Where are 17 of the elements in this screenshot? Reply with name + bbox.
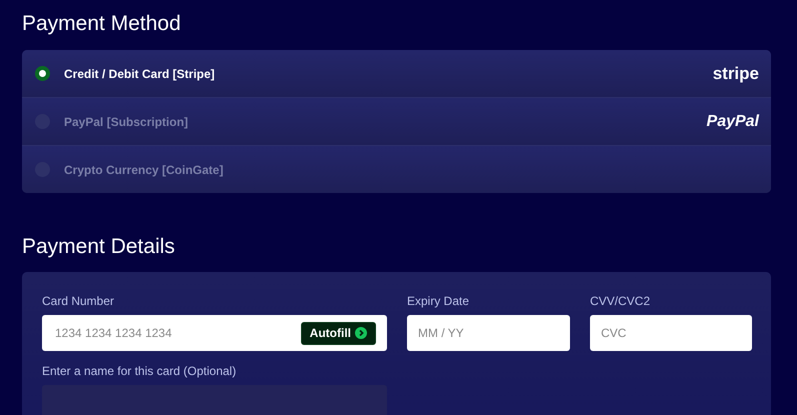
payment-option-label[interactable]: PayPal [Subscription]: [64, 114, 188, 128]
field-label: Expiry Date: [407, 294, 470, 308]
field-label: Card Number: [42, 294, 116, 308]
cvv-field[interactable]: CVC: [590, 315, 752, 351]
field-label: Enter a name for this card (Optional): [42, 364, 238, 378]
arrow-circle-icon: [355, 327, 367, 339]
radio-button[interactable]: [35, 66, 50, 81]
card-number-field[interactable]: 1234 1234 1234 1234 Autofill: [42, 315, 387, 351]
payment-option-label[interactable]: Credit / Debit Card [Stripe]: [64, 66, 215, 80]
expiry-date-field[interactable]: MM / YY: [407, 315, 570, 351]
payment-option-label[interactable]: Crypto Currency [CoinGate]: [64, 162, 224, 176]
autofill-button[interactable]: Autofill: [300, 322, 376, 344]
brand-logo: PayPal: [706, 112, 759, 130]
brand-logo: stripe: [712, 64, 759, 84]
section-title: Payment Method: [22, 11, 182, 37]
section-title: Payment Details: [22, 234, 176, 260]
field-label: CVV/CVC2: [590, 294, 652, 308]
